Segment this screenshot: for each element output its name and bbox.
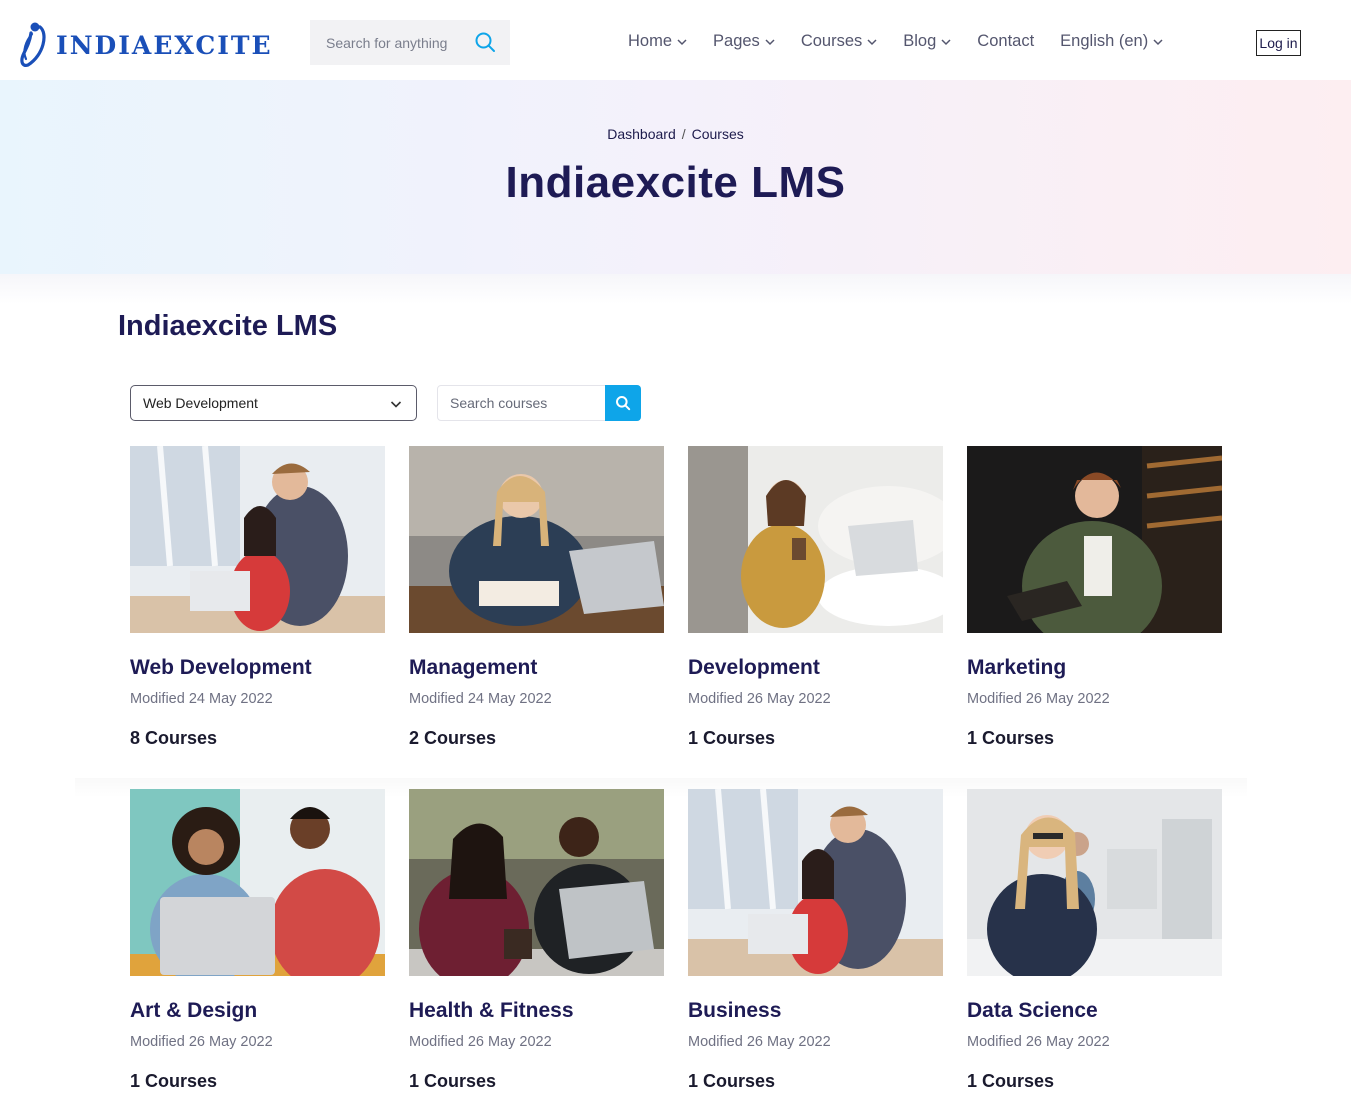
category-card-development[interactable]: Development Modified 26 May 2022 1 Cours…: [688, 446, 943, 748]
breadcrumb-separator: /: [681, 126, 686, 142]
category-image[interactable]: [130, 446, 385, 633]
category-card-data-science[interactable]: Data Science Modified 26 May 2022 1 Cour…: [967, 789, 1222, 1091]
page-title: Indiaexcite LMS: [118, 310, 338, 342]
category-image[interactable]: [409, 789, 664, 976]
chevron-down-icon: [677, 38, 687, 45]
main-nav: Home Pages Courses Blog Contact English …: [628, 30, 1189, 52]
category-card-health-fitness[interactable]: Health & Fitness Modified 26 May 2022 1 …: [409, 789, 664, 1091]
category-image[interactable]: [688, 789, 943, 976]
category-select-value: Web Development: [143, 395, 258, 411]
nav-blog-label: Blog: [903, 31, 937, 50]
search-icon[interactable]: [474, 31, 496, 53]
course-search: [437, 385, 641, 421]
category-title[interactable]: Marketing: [967, 656, 1066, 680]
nav-courses-label: Courses: [800, 31, 863, 50]
header-search-input[interactable]: [326, 34, 466, 51]
logo-mark-icon: [20, 22, 46, 67]
category-modified: Modified 26 May 2022: [688, 691, 831, 707]
category-modified: Modified 24 May 2022: [409, 691, 552, 707]
course-search-button[interactable]: [605, 385, 641, 421]
category-image[interactable]: [409, 446, 664, 633]
nav-home[interactable]: Home: [628, 30, 687, 52]
category-card-web-development[interactable]: Web Development Modified 24 May 2022 8 C…: [130, 446, 385, 748]
site-header: INDIAEXCITE Home Pages Courses Blog Cont…: [0, 0, 1351, 80]
nav-pages[interactable]: Pages: [713, 30, 775, 52]
chevron-down-icon: [941, 38, 951, 45]
category-title[interactable]: Art & Design: [130, 999, 257, 1023]
section-divider: [0, 274, 1351, 304]
category-count: 1 Courses: [688, 1071, 776, 1091]
category-count: 1 Courses: [130, 1071, 218, 1091]
category-count: 1 Courses: [967, 1071, 1055, 1091]
nav-contact-label: Contact: [977, 31, 1035, 50]
breadcrumb-courses[interactable]: Courses: [692, 126, 744, 142]
nav-courses[interactable]: Courses: [801, 30, 877, 52]
category-modified: Modified 26 May 2022: [967, 1034, 1110, 1050]
breadcrumb: Dashboard / Courses: [0, 126, 1351, 142]
category-card-business[interactable]: Business Modified 26 May 2022 1 Courses: [688, 789, 943, 1091]
nav-pages-label: Pages: [713, 31, 760, 50]
category-count: 1 Courses: [688, 728, 776, 748]
category-card-art-design[interactable]: Art & Design Modified 26 May 2022 1 Cour…: [130, 789, 385, 1091]
breadcrumb-dashboard[interactable]: Dashboard: [607, 126, 676, 142]
language-label: English (en): [1060, 31, 1149, 50]
category-image[interactable]: [130, 789, 385, 976]
login-button[interactable]: Log in: [1256, 30, 1301, 56]
category-title[interactable]: Management: [409, 656, 537, 680]
category-modified: Modified 26 May 2022: [409, 1034, 552, 1050]
search-icon: [616, 396, 631, 411]
category-select[interactable]: Web Development: [130, 385, 417, 421]
category-modified: Modified 26 May 2022: [688, 1034, 831, 1050]
category-card-marketing[interactable]: Marketing Modified 26 May 2022 1 Courses: [967, 446, 1222, 748]
category-image[interactable]: [688, 446, 943, 633]
category-image[interactable]: [967, 446, 1222, 633]
chevron-down-icon: [390, 401, 402, 408]
category-count: 1 Courses: [409, 1071, 497, 1091]
category-modified: Modified 24 May 2022: [130, 691, 273, 707]
nav-home-label: Home: [628, 31, 673, 50]
category-title[interactable]: Business: [688, 999, 781, 1023]
nav-contact[interactable]: Contact: [977, 30, 1034, 52]
category-title[interactable]: Web Development: [130, 656, 312, 680]
header-search: [310, 20, 510, 65]
category-title[interactable]: Health & Fitness: [409, 999, 574, 1023]
category-card-management[interactable]: Management Modified 24 May 2022 2 Course…: [409, 446, 664, 748]
category-modified: Modified 26 May 2022: [130, 1034, 273, 1050]
language-selector[interactable]: English (en): [1060, 30, 1163, 52]
site-logo[interactable]: INDIAEXCITE: [18, 20, 273, 68]
logo-text: INDIAEXCITE: [56, 30, 273, 60]
course-search-input[interactable]: [438, 395, 598, 411]
category-image[interactable]: [967, 789, 1222, 976]
category-title[interactable]: Development: [688, 656, 820, 680]
nav-blog[interactable]: Blog: [903, 30, 951, 52]
chevron-down-icon: [1153, 38, 1163, 45]
chevron-down-icon: [765, 38, 775, 45]
category-count: 2 Courses: [409, 728, 497, 748]
banner-title: Indiaexcite LMS: [505, 158, 846, 207]
category-count: 1 Courses: [967, 728, 1055, 748]
category-count: 8 Courses: [130, 728, 218, 748]
chevron-down-icon: [867, 38, 877, 45]
category-title[interactable]: Data Science: [967, 999, 1098, 1023]
page-banner: Dashboard / Courses Indiaexcite LMS: [0, 80, 1351, 274]
category-modified: Modified 26 May 2022: [967, 691, 1110, 707]
